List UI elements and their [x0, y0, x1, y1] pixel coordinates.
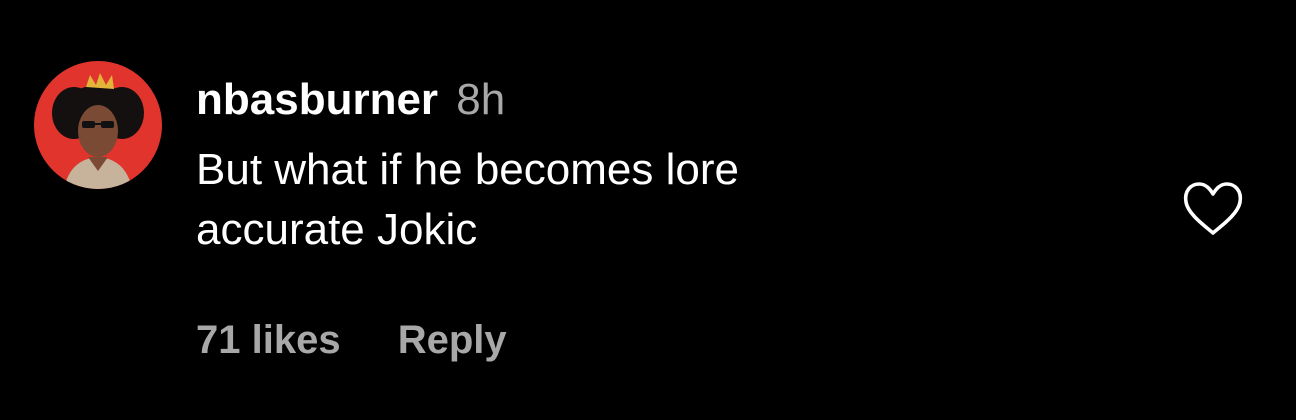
comment-text-line: accurate Jokic: [196, 205, 478, 254]
likes-count[interactable]: 71 likes: [196, 318, 341, 362]
heart-icon: [1183, 182, 1243, 235]
reply-button[interactable]: Reply: [398, 318, 507, 362]
comment: nbasburner 8h But what if he becomes lor…: [0, 0, 1296, 420]
comment-header: nbasburner 8h: [196, 72, 1096, 128]
comment-text: But what if he becomes lore accurate Jok…: [196, 140, 956, 260]
comment-text-line: But what if he becomes lore: [196, 145, 739, 194]
timestamp: 8h: [456, 75, 506, 124]
like-button[interactable]: [1182, 180, 1244, 238]
username[interactable]: nbasburner: [196, 75, 438, 124]
comment-body: nbasburner 8h But what if he becomes lor…: [196, 72, 1096, 260]
avatar-image: [34, 61, 162, 189]
avatar[interactable]: [34, 61, 162, 189]
comment-actions: 71 likes Reply: [196, 318, 507, 363]
